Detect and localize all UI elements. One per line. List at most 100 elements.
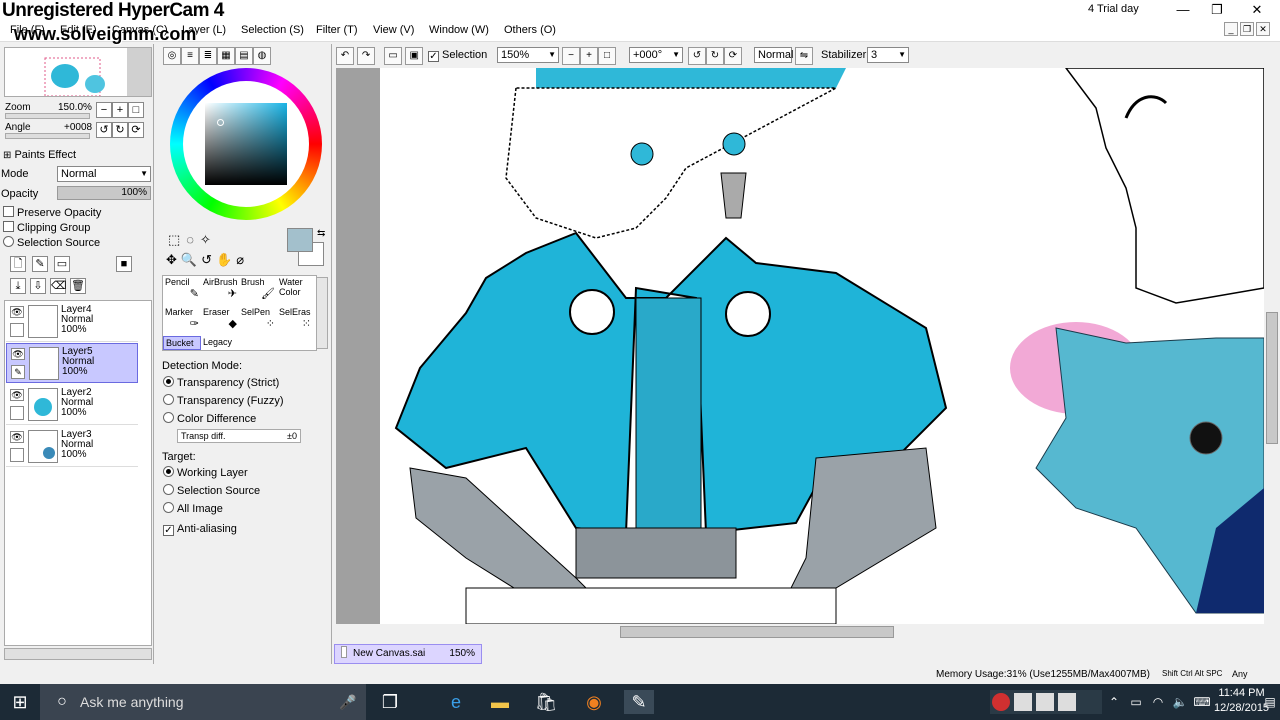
hsv-slider-tab-icon[interactable]: ≣ bbox=[199, 47, 217, 65]
document-tab[interactable]: New Canvas.sai 150% bbox=[334, 644, 482, 664]
lock-icon[interactable] bbox=[10, 448, 24, 462]
hand-icon[interactable]: ✋ bbox=[216, 252, 232, 267]
pencil-icon[interactable]: ✎ bbox=[11, 365, 25, 379]
selection-source-option[interactable]: Selection Source bbox=[3, 236, 100, 249]
deselect-icon[interactable]: ▭ bbox=[384, 47, 403, 65]
tool-pencil[interactable]: Pencil ✎ bbox=[163, 276, 201, 306]
target-all-option[interactable]: All Image bbox=[163, 502, 223, 515]
rotate-left-icon[interactable]: ↺ bbox=[688, 47, 706, 65]
selection-toggle[interactable]: ✓ Selection bbox=[428, 49, 487, 62]
task-view-icon[interactable]: ❐ bbox=[378, 690, 402, 714]
primary-color-swatch[interactable] bbox=[287, 228, 313, 252]
invert-selection-icon[interactable]: ▣ bbox=[405, 47, 424, 65]
vertical-scrollbar[interactable] bbox=[1264, 68, 1280, 624]
paints-effect-header[interactable]: ⊞ Paints Effect bbox=[3, 149, 76, 161]
target-selection-option[interactable]: Selection Source bbox=[163, 484, 260, 497]
layer-list-scrollbar[interactable] bbox=[4, 648, 152, 660]
preserve-opacity-option[interactable]: Preserve Opacity bbox=[3, 206, 101, 219]
target-working-radio[interactable] bbox=[163, 466, 174, 477]
tool-airbrush[interactable]: AirBrush ✈ bbox=[201, 276, 239, 306]
detect-color-radio[interactable] bbox=[163, 412, 174, 423]
flip-icon[interactable]: ⇋ bbox=[795, 47, 813, 65]
color-picker-cursor[interactable] bbox=[217, 119, 224, 126]
tool-seleras[interactable]: SelEras ⁙ bbox=[277, 306, 313, 336]
mask-layer-icon[interactable]: ■ bbox=[116, 256, 132, 272]
selection-source-radio[interactable] bbox=[3, 236, 14, 247]
nav-rotate-left-icon[interactable]: ↺ bbox=[96, 122, 112, 138]
eyedropper-icon[interactable]: ⌀ bbox=[236, 252, 244, 267]
settings-icon[interactable] bbox=[1058, 693, 1076, 711]
horizontal-scrollbar[interactable] bbox=[336, 624, 1264, 640]
redo-icon[interactable]: ↷ bbox=[357, 47, 376, 65]
transp-diff-slider[interactable]: Transp diff. ±0 bbox=[177, 429, 301, 443]
drawing-canvas[interactable] bbox=[336, 68, 1264, 624]
nav-zoom-in-icon[interactable]: + bbox=[112, 102, 128, 118]
nav-zoom-out-icon[interactable]: − bbox=[96, 102, 112, 118]
microphone-icon[interactable]: 🎤 bbox=[336, 690, 360, 714]
clipping-group-option[interactable]: Clipping Group bbox=[3, 221, 90, 234]
rect-select-icon[interactable]: ⬚ bbox=[168, 232, 180, 247]
file-explorer-icon[interactable]: ▬ bbox=[488, 690, 512, 714]
horizontal-scroll-thumb[interactable] bbox=[620, 626, 894, 638]
lock-icon[interactable] bbox=[10, 406, 24, 420]
layer-mode-select[interactable]: Normal ▼ bbox=[57, 166, 151, 182]
firefox-icon[interactable]: ◉ bbox=[582, 690, 606, 714]
doc-restore-button[interactable]: ❐ bbox=[1240, 22, 1254, 36]
notifications-icon[interactable]: ▤ bbox=[1258, 690, 1280, 714]
close-button[interactable]: ✕ bbox=[1240, 0, 1274, 20]
target-selection-radio[interactable] bbox=[163, 484, 174, 495]
lock-icon[interactable] bbox=[10, 323, 24, 337]
battery-icon[interactable]: ▭ bbox=[1124, 690, 1148, 714]
stop-icon[interactable] bbox=[1036, 693, 1054, 711]
menu-filter[interactable]: Filter (T) bbox=[316, 24, 358, 36]
eye-icon[interactable]: 👁 bbox=[11, 348, 25, 360]
tool-bucket[interactable]: Bucket bbox=[163, 336, 201, 350]
nav-zoom-reset-icon[interactable]: □ bbox=[128, 102, 144, 118]
sai-app-icon[interactable]: ✎ bbox=[624, 690, 654, 714]
zoom-select[interactable]: 150% ▼ bbox=[497, 47, 559, 63]
keyboard-icon[interactable]: ⌨ bbox=[1190, 690, 1214, 714]
clipping-group-checkbox[interactable] bbox=[3, 221, 14, 232]
zoom-reset-icon[interactable]: □ bbox=[598, 47, 616, 65]
detect-fuzzy-option[interactable]: Transparency (Fuzzy) bbox=[163, 394, 284, 407]
move-icon[interactable]: ✥ bbox=[166, 252, 177, 267]
detect-strict-radio[interactable] bbox=[163, 376, 174, 387]
stabilizer-select[interactable]: 3 ▼ bbox=[867, 47, 909, 63]
tool-marker[interactable]: Marker ✑ bbox=[163, 306, 201, 336]
edge-icon[interactable]: e bbox=[444, 690, 468, 714]
eye-icon[interactable]: 👁 bbox=[10, 389, 24, 401]
antialias-checkbox[interactable]: ✓ bbox=[163, 525, 174, 536]
tool-watercolor[interactable]: Water Color bbox=[277, 276, 313, 306]
nav-angle-slider[interactable] bbox=[5, 133, 90, 139]
target-working-option[interactable]: Working Layer bbox=[163, 466, 248, 479]
new-layer-icon[interactable]: 🗋 bbox=[10, 256, 26, 272]
nav-zoom-slider[interactable] bbox=[5, 113, 90, 119]
volume-icon[interactable]: 🔈 bbox=[1168, 690, 1192, 714]
tool-brush[interactable]: Brush 🖌 bbox=[239, 276, 277, 306]
lasso-icon[interactable]: ◌ bbox=[186, 232, 194, 247]
new-folder-icon[interactable]: ▭ bbox=[54, 256, 70, 272]
store-icon[interactable]: 🛍 bbox=[534, 690, 558, 714]
opacity-slider[interactable]: 100% bbox=[57, 186, 151, 200]
magic-wand-icon[interactable]: ✧ bbox=[200, 232, 211, 247]
eye-icon[interactable]: 👁 bbox=[10, 431, 24, 443]
saturation-value-box[interactable] bbox=[205, 103, 287, 185]
swap-colors-icon[interactable]: ⇆ bbox=[317, 228, 325, 239]
palette-tab-icon[interactable]: ◍ bbox=[253, 47, 271, 65]
doc-minimize-button[interactable]: _ bbox=[1224, 22, 1238, 36]
menu-selection[interactable]: Selection (S) bbox=[241, 24, 304, 36]
wifi-icon[interactable]: ◠ bbox=[1146, 690, 1170, 714]
layer-row-layer2[interactable]: 👁 Layer2 Normal 100% bbox=[6, 385, 138, 425]
rotate-reset-icon[interactable]: ⟳ bbox=[724, 47, 742, 65]
angle-select[interactable]: +000° ▼ bbox=[629, 47, 683, 63]
doc-close-button[interactable]: ✕ bbox=[1256, 22, 1270, 36]
nav-rotate-right-icon[interactable]: ↻ bbox=[112, 122, 128, 138]
preserve-opacity-checkbox[interactable] bbox=[3, 206, 14, 217]
selection-checkbox[interactable]: ✓ bbox=[428, 51, 439, 62]
swatches-tab-icon[interactable]: ▦ bbox=[217, 47, 235, 65]
menu-window[interactable]: Window (W) bbox=[429, 24, 489, 36]
layer-row-layer4[interactable]: 👁 Layer4 Normal 100% bbox=[6, 302, 138, 342]
nav-rotate-reset-icon[interactable]: ⟳ bbox=[128, 122, 144, 138]
clear-layer-icon[interactable]: ⌫ bbox=[50, 278, 67, 294]
windows-start-icon[interactable]: ⊞ bbox=[8, 690, 32, 714]
